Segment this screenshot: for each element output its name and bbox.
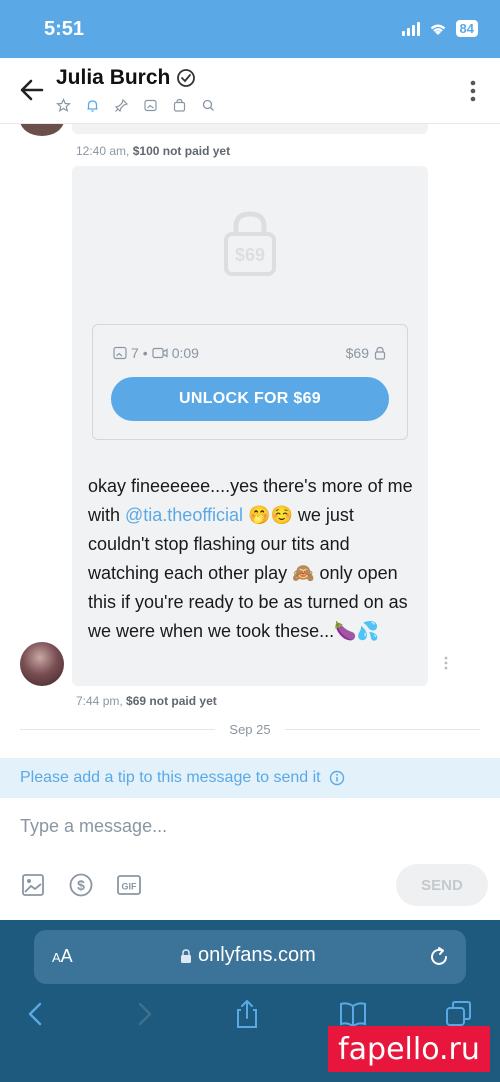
- header-actions: [56, 98, 216, 113]
- lock-price: $69: [235, 245, 265, 265]
- media-summary: 7 • 0:09 $69: [113, 345, 387, 361]
- chat-header: Julia Burch: [0, 58, 500, 124]
- secure-lock-icon: [181, 948, 191, 963]
- status-time: 5:51: [44, 18, 85, 40]
- gif-icon[interactable]: GIF: [116, 872, 142, 898]
- signal-icon: [401, 21, 420, 36]
- share-icon[interactable]: [232, 998, 262, 1030]
- back-arrow-icon[interactable]: [18, 76, 46, 104]
- unlock-button[interactable]: UNLOCK FOR $69: [111, 377, 389, 421]
- photo-count: 7: [131, 345, 139, 361]
- svg-text:GIF: GIF: [122, 882, 138, 892]
- bell-icon[interactable]: [85, 98, 100, 113]
- status-indicators: 84: [401, 20, 478, 37]
- info-icon[interactable]: [329, 770, 345, 786]
- price-label: $69: [345, 345, 369, 361]
- previous-message-bubble: [72, 124, 428, 134]
- reload-icon[interactable]: [428, 946, 450, 968]
- message-composer: $ GIF SEND: [0, 798, 500, 920]
- chat-thread[interactable]: 12:40 am, $100 not paid yet $69 7 • 0:09…: [0, 124, 500, 758]
- locked-message-card[interactable]: $69 7 • 0:09 $69 UNLOCK FOR $69 okay fin…: [72, 166, 428, 686]
- search-icon[interactable]: [201, 98, 216, 113]
- message-meta: 12:40 am, $100 not paid yet: [76, 144, 231, 158]
- bag-icon[interactable]: [172, 98, 187, 113]
- message-text: okay fineeeeee....yes there's more of me…: [88, 476, 413, 641]
- composer-tools: $ GIF: [20, 872, 142, 898]
- star-icon[interactable]: [56, 98, 71, 113]
- tip-banner[interactable]: Please add a tip to this message to send…: [0, 758, 500, 798]
- message-input[interactable]: [0, 806, 500, 846]
- date-separator: Sep 25: [20, 720, 481, 738]
- url-text[interactable]: onlyfans.com: [198, 944, 316, 967]
- unlock-panel: 7 • 0:09 $69 UNLOCK FOR $69: [92, 324, 408, 440]
- image-icon[interactable]: [20, 872, 46, 898]
- more-options-icon[interactable]: [470, 80, 476, 102]
- video-duration: 0:09: [171, 345, 199, 361]
- browser-back-icon[interactable]: [22, 998, 52, 1030]
- lock-icon: $69: [224, 211, 276, 276]
- url-display[interactable]: onlyfans.com: [180, 944, 316, 967]
- verified-icon: [177, 69, 196, 87]
- reader-settings-button[interactable]: AA: [52, 946, 73, 967]
- message-options-icon[interactable]: [444, 656, 448, 670]
- tip-banner-text[interactable]: Please add a tip to this message to send…: [20, 769, 321, 787]
- address-bar[interactable]: AA onlyfans.com: [34, 930, 466, 984]
- mention-link[interactable]: @tia.theofficial: [125, 505, 243, 525]
- chat-title[interactable]: Julia Burch: [56, 66, 196, 90]
- date-label: Sep 25: [229, 721, 271, 737]
- video-icon: [152, 347, 168, 359]
- send-button[interactable]: SEND: [396, 864, 488, 906]
- message-meta: 7:44 pm, $69 not paid yet: [76, 694, 217, 708]
- media-icon[interactable]: [143, 98, 158, 113]
- svg-text:$: $: [77, 877, 85, 893]
- browser-forward-icon[interactable]: [128, 998, 158, 1030]
- battery-icon: 84: [455, 20, 478, 37]
- wifi-icon: [430, 24, 445, 35]
- sender-avatar[interactable]: [20, 642, 64, 686]
- separator-dot: •: [142, 345, 148, 361]
- photo-icon: [113, 346, 127, 360]
- padlock-icon: [374, 346, 386, 360]
- avatar[interactable]: [20, 124, 64, 136]
- pin-icon[interactable]: [114, 98, 129, 113]
- status-bar: 5:51 84: [0, 0, 500, 58]
- contact-name[interactable]: Julia Burch: [56, 66, 170, 90]
- dollar-icon[interactable]: $: [68, 872, 94, 898]
- watermark: fapello.ru: [328, 1026, 490, 1072]
